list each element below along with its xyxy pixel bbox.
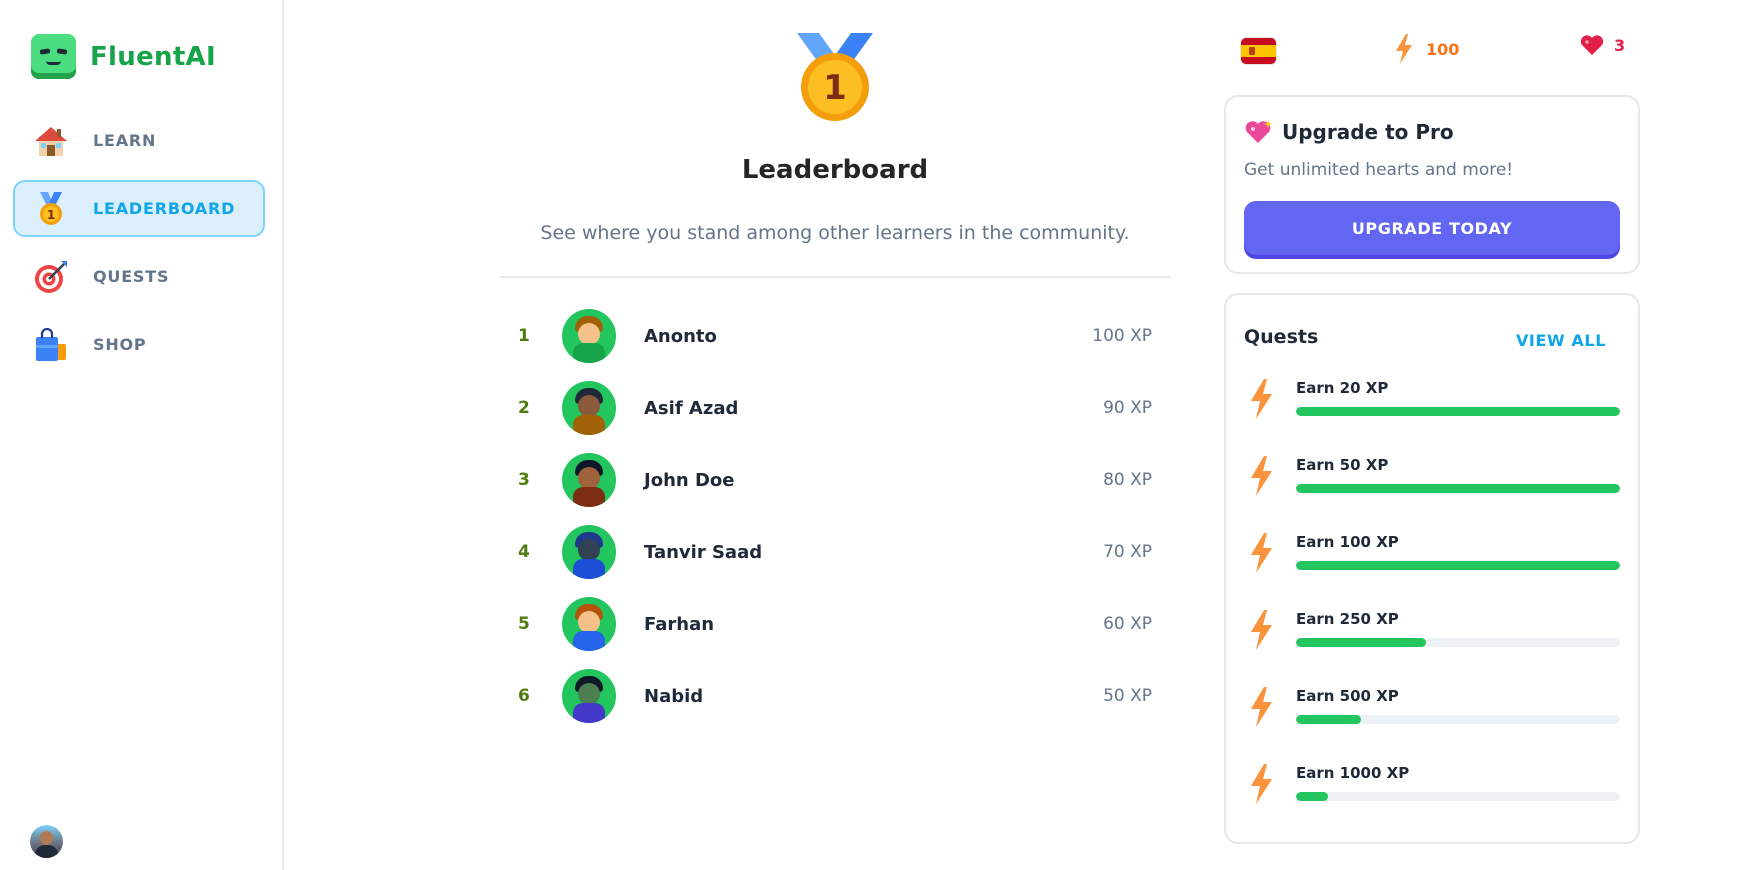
- quest-item: Earn 50 XP: [1244, 456, 1620, 533]
- quest-progress-bar: [1296, 407, 1620, 416]
- fluentai-logo-icon: [31, 34, 76, 79]
- heart-icon: [1580, 35, 1604, 55]
- sidebar-nav: LEARN 1 LEADERBOARD QUESTS SHOP: [13, 112, 265, 384]
- leaderboard-xp: 70 XP: [1103, 542, 1152, 562]
- user-avatar[interactable]: [30, 825, 63, 858]
- medal-icon: 1: [797, 33, 873, 121]
- leaderboard-rank: 4: [518, 542, 530, 562]
- leaderboard-name: John Doe: [644, 469, 735, 491]
- leaderboard-xp: 50 XP: [1103, 686, 1152, 706]
- quest-item: Earn 500 XP: [1244, 687, 1620, 764]
- upgrade-card: Upgrade to Pro Get unlimited hearts and …: [1224, 95, 1640, 274]
- upgrade-today-button[interactable]: UPGRADE TODAY: [1244, 201, 1620, 255]
- leaderboard-name: Asif Azad: [644, 397, 739, 419]
- lightning-icon: [1251, 764, 1272, 804]
- quest-progress-bar: [1296, 715, 1620, 724]
- shopping-bag-icon: [33, 327, 69, 363]
- house-icon: [33, 123, 69, 159]
- leaderboard-xp: 60 XP: [1103, 614, 1152, 634]
- upgrade-header: Upgrade to Pro: [1244, 119, 1454, 145]
- quest-label: Earn 1000 XP: [1296, 764, 1410, 782]
- page-subtitle: See where you stand among other learners…: [540, 222, 1130, 244]
- leaderboard-row[interactable]: 1 Anonto 100 XP: [500, 300, 1170, 372]
- quest-item: Earn 250 XP: [1244, 610, 1620, 687]
- upgrade-subtitle: Get unlimited hearts and more!: [1244, 160, 1514, 180]
- sidebar-item-learn[interactable]: LEARN: [13, 112, 265, 169]
- lightning-icon: [1251, 533, 1272, 573]
- brand[interactable]: FluentAI: [31, 34, 216, 79]
- lightning-icon: [1251, 379, 1272, 419]
- upgrade-title: Upgrade to Pro: [1282, 120, 1454, 144]
- leaderboard-name: Tanvir Saad: [644, 541, 763, 563]
- lightning-icon: [1396, 34, 1412, 64]
- quest-progress-bar: [1296, 484, 1620, 493]
- hearts-counter[interactable]: 3: [1580, 34, 1625, 56]
- sidebar-item-label: QUESTS: [93, 267, 170, 286]
- lightning-icon: [1251, 456, 1272, 496]
- target-icon: [33, 259, 69, 295]
- lightning-icon: [1251, 610, 1272, 650]
- avatar: [562, 597, 616, 651]
- sparkling-heart-icon: [1245, 120, 1272, 143]
- leaderboard-row[interactable]: 5 Farhan 60 XP: [500, 588, 1170, 660]
- quest-progress-bar: [1296, 638, 1620, 647]
- lightning-icon: [1251, 687, 1272, 727]
- quest-item: Earn 20 XP: [1244, 379, 1620, 456]
- leaderboard-row[interactable]: 3 John Doe 80 XP: [500, 444, 1170, 516]
- leaderboard-row[interactable]: 2 Asif Azad 90 XP: [500, 372, 1170, 444]
- quest-item: Earn 100 XP: [1244, 533, 1620, 610]
- quests-title: Quests: [1244, 326, 1319, 348]
- leaderboard-name: Anonto: [644, 325, 717, 347]
- sidebar: FluentAI LEARN 1 LEADERBOARD QUESTS SHOP: [0, 0, 284, 870]
- page-title: Leaderboard: [741, 155, 929, 185]
- quest-label: Earn 20 XP: [1296, 379, 1389, 397]
- avatar: [562, 453, 616, 507]
- quest-label: Earn 500 XP: [1296, 687, 1399, 705]
- sidebar-item-quests[interactable]: QUESTS: [13, 248, 265, 305]
- leaderboard-name: Farhan: [644, 613, 715, 635]
- quest-progress-bar: [1296, 561, 1620, 570]
- avatar: [562, 381, 616, 435]
- quest-label: Earn 250 XP: [1296, 610, 1399, 628]
- sidebar-item-label: SHOP: [93, 335, 147, 354]
- leaderboard-rank: 1: [518, 326, 530, 346]
- sidebar-item-shop[interactable]: SHOP: [13, 316, 265, 373]
- avatar: [562, 309, 616, 363]
- user-stats-bar: 100 3: [1224, 34, 1640, 68]
- leaderboard-row[interactable]: 6 Nabid 50 XP: [500, 660, 1170, 732]
- points-value: 100: [1426, 39, 1460, 59]
- sidebar-item-leaderboard[interactable]: 1 LEADERBOARD: [13, 180, 265, 237]
- hearts-value: 3: [1614, 35, 1626, 55]
- view-all-link[interactable]: VIEW ALL: [1516, 331, 1606, 350]
- avatar: [562, 669, 616, 723]
- leaderboard-rank: 5: [518, 614, 530, 634]
- leaderboard-rank: 6: [518, 686, 530, 706]
- quest-progress-bar: [1296, 792, 1620, 801]
- leaderboard-xp: 80 XP: [1103, 470, 1152, 490]
- leaderboard-name: Nabid: [644, 685, 704, 707]
- sidebar-item-label: LEADERBOARD: [93, 199, 236, 218]
- quest-label: Earn 50 XP: [1296, 456, 1389, 474]
- quests-card: Quests VIEW ALL Earn 20 XP Earn 50 XP Ea…: [1224, 293, 1640, 844]
- avatar: [562, 525, 616, 579]
- medal-icon: 1: [33, 191, 69, 227]
- quest-label: Earn 100 XP: [1296, 533, 1399, 551]
- quest-list: Earn 20 XP Earn 50 XP Earn 100 XP Earn 2…: [1244, 379, 1620, 841]
- quest-item: Earn 1000 XP: [1244, 764, 1620, 841]
- sidebar-item-label: LEARN: [93, 131, 157, 150]
- points-counter[interactable]: 100: [1394, 34, 1459, 64]
- leaderboard-row[interactable]: 4 Tanvir Saad 70 XP: [500, 516, 1170, 588]
- leaderboard-xp: 90 XP: [1103, 398, 1152, 418]
- leaderboard-xp: 100 XP: [1092, 326, 1152, 346]
- divider: [500, 276, 1170, 278]
- spain-flag-icon[interactable]: [1241, 38, 1276, 64]
- svg-text:1: 1: [47, 208, 55, 222]
- medal-number: 1: [823, 68, 847, 108]
- brand-name: FluentAI: [90, 41, 216, 72]
- leaderboard-rank: 3: [518, 470, 530, 490]
- leaderboard-rank: 2: [518, 398, 530, 418]
- leaderboard-list: 1 Anonto 100 XP 2 Asif Azad 90 XP 3 John…: [500, 300, 1170, 732]
